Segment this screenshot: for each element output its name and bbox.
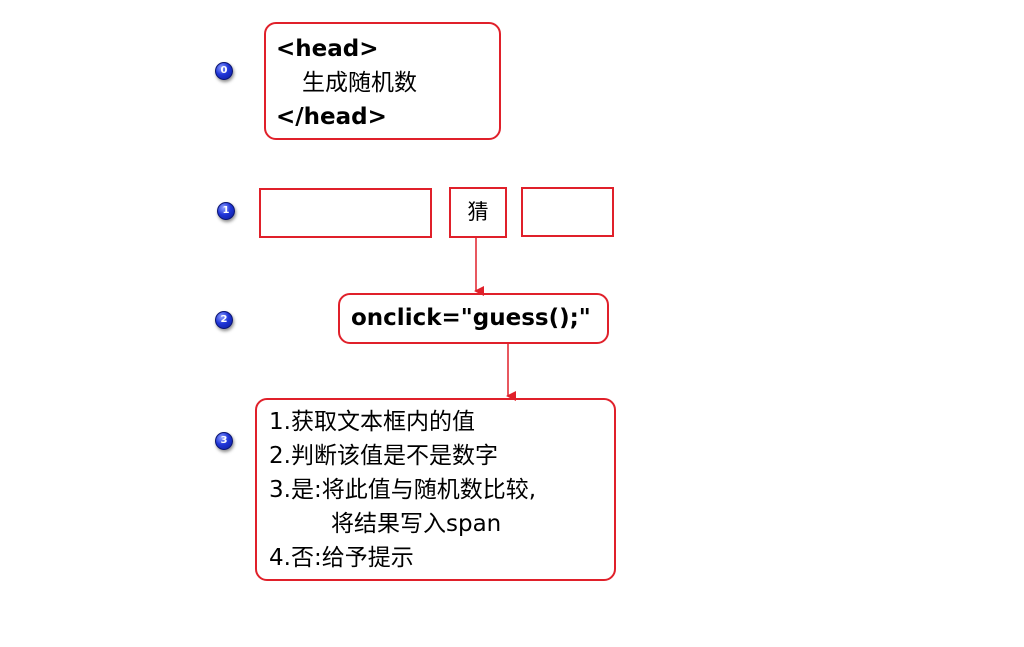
arrows-layer xyxy=(474,238,516,401)
